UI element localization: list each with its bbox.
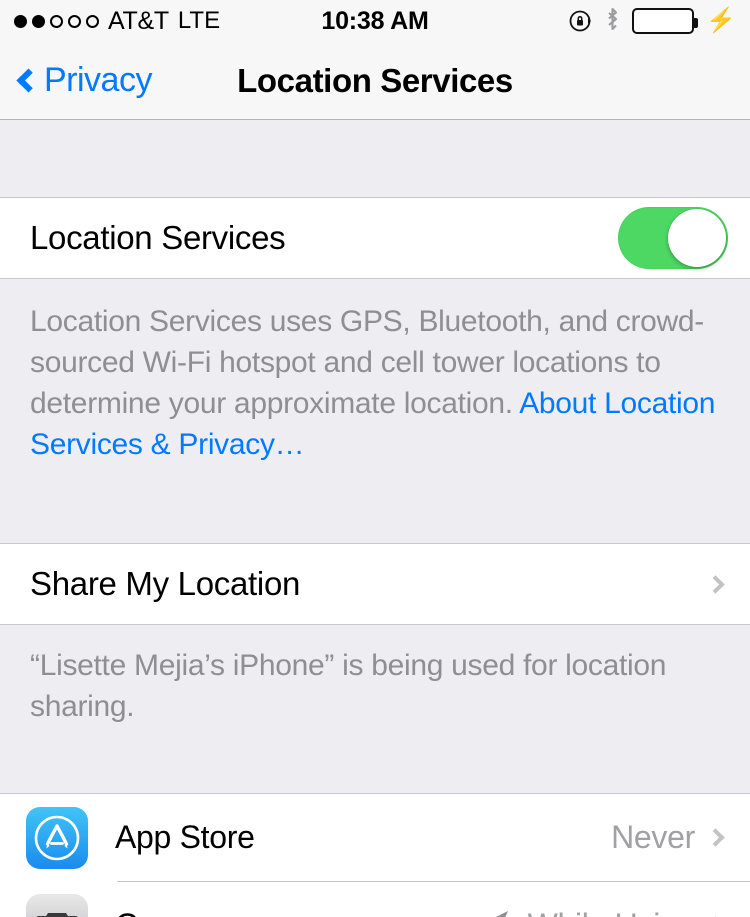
app-row-accessory: Never xyxy=(611,819,728,856)
app-name-label: Camera xyxy=(115,907,227,917)
app-permission-value: Never xyxy=(611,819,695,855)
signal-strength-dots xyxy=(14,14,99,28)
signal-dot-empty xyxy=(50,14,63,28)
status-bar: AT&T LTE 10:38 AM ⚡ xyxy=(0,0,750,42)
app-store-icon xyxy=(26,806,88,869)
location-services-screen: AT&T LTE 10:38 AM ⚡ Privacy Location Ser… xyxy=(0,0,750,917)
switch-knob xyxy=(668,209,726,267)
network-type-label: LTE xyxy=(177,7,221,34)
share-my-location-footer: “Lisette Mejia’s iPhone” is being used f… xyxy=(0,625,750,751)
location-services-footer: Location Services uses GPS, Bluetooth, a… xyxy=(0,279,750,491)
signal-dot-filled xyxy=(14,14,27,28)
battery-icon xyxy=(632,8,699,34)
app-name-label: App Store xyxy=(115,819,255,855)
charging-bolt-icon: ⚡ xyxy=(706,7,736,34)
signal-dot-empty xyxy=(68,14,81,28)
toggle-container xyxy=(618,207,728,269)
row-separator xyxy=(117,881,750,882)
rotation-lock-icon xyxy=(569,9,593,33)
bluetooth-icon xyxy=(604,6,621,37)
section-gap-top xyxy=(0,120,750,198)
location-services-toggle-row[interactable]: Location Services xyxy=(0,198,750,279)
back-button-label: Privacy xyxy=(44,61,152,99)
share-my-location-label: Share My Location xyxy=(30,565,301,602)
chevron-right-icon xyxy=(706,828,725,847)
share-my-location-row[interactable]: Share My Location xyxy=(0,543,750,625)
signal-dot-empty xyxy=(86,14,99,28)
chevron-left-icon xyxy=(16,67,41,93)
back-button[interactable]: Privacy xyxy=(16,61,152,100)
status-bar-right: ⚡ xyxy=(569,6,736,37)
signal-dot-filled xyxy=(32,14,45,28)
location-arrow-icon xyxy=(480,906,514,917)
status-bar-left: AT&T LTE xyxy=(14,7,220,36)
camera-icon xyxy=(26,894,88,917)
section-gap-middle xyxy=(0,491,750,543)
share-row-accessory xyxy=(706,574,728,594)
section-gap-bottom xyxy=(0,751,750,793)
location-services-label: Location Services xyxy=(30,219,286,256)
app-row-app-store[interactable]: App Store Never xyxy=(0,793,750,881)
location-services-switch[interactable] xyxy=(618,207,728,269)
app-row-camera[interactable]: Camera While Using xyxy=(0,881,750,917)
carrier-label: AT&T xyxy=(108,6,169,35)
navigation-bar: Privacy Location Services xyxy=(0,42,750,120)
chevron-right-icon xyxy=(706,574,725,594)
app-permission-value: While Using xyxy=(528,907,696,917)
app-row-accessory: While Using xyxy=(480,906,728,917)
